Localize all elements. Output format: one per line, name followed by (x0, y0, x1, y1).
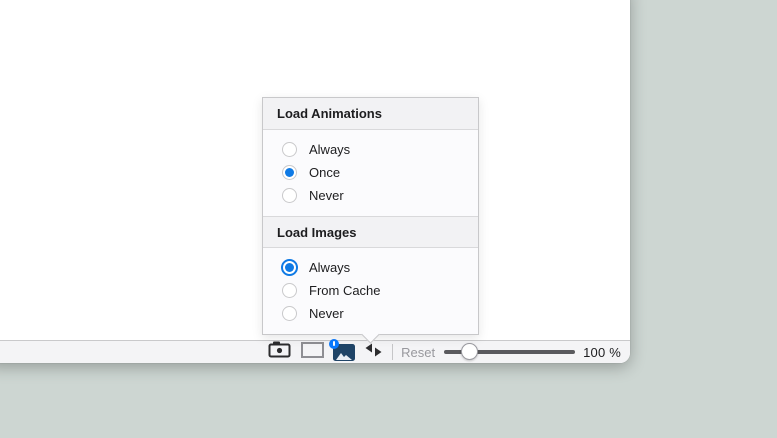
screenshot-button[interactable] (268, 341, 291, 363)
radio-option-images-from-cache[interactable]: From Cache (263, 279, 478, 302)
radio-label: Always (309, 260, 350, 275)
radio-icon[interactable] (282, 306, 297, 321)
toolbar-divider (392, 344, 393, 360)
frame-button[interactable] (301, 341, 324, 363)
zoom-slider[interactable] (444, 344, 575, 360)
radio-option-animations-always[interactable]: Always (263, 138, 478, 161)
radio-option-animations-never[interactable]: Never (263, 184, 478, 207)
radio-label: Never (309, 188, 344, 203)
radio-option-images-never[interactable]: Never (263, 302, 478, 325)
radio-label: From Cache (309, 283, 381, 298)
badge-icon (329, 339, 339, 349)
zoom-slider-handle[interactable] (461, 343, 478, 360)
code-button[interactable] (364, 341, 383, 363)
radio-label: Never (309, 306, 344, 321)
load-images-button[interactable] (333, 341, 355, 363)
radio-option-images-always[interactable]: Always (263, 256, 478, 279)
section-title-load-animations: Load Animations (263, 98, 478, 130)
status-toolbar: Reset 100 % (0, 340, 630, 363)
zoom-percentage: 100 % (583, 345, 621, 360)
radio-label: Always (309, 142, 350, 157)
frame-icon (301, 342, 324, 363)
reset-button[interactable]: Reset (401, 345, 435, 360)
load-images-options: Always From Cache Never (263, 248, 478, 334)
radio-icon[interactable] (282, 142, 297, 157)
radio-icon[interactable] (282, 283, 297, 298)
radio-icon-selected-focused[interactable] (281, 259, 298, 276)
images-icon (333, 344, 355, 361)
section-title-load-images: Load Images (263, 216, 478, 248)
code-icon (364, 343, 383, 362)
radio-icon[interactable] (282, 188, 297, 203)
radio-option-animations-once[interactable]: Once (263, 161, 478, 184)
load-animations-options: Always Once Never (263, 130, 478, 216)
radio-label: Once (309, 165, 340, 180)
load-settings-popover: Load Animations Always Once Never Load I… (262, 97, 479, 335)
camera-icon (268, 341, 291, 363)
radio-icon-selected[interactable] (282, 165, 297, 180)
